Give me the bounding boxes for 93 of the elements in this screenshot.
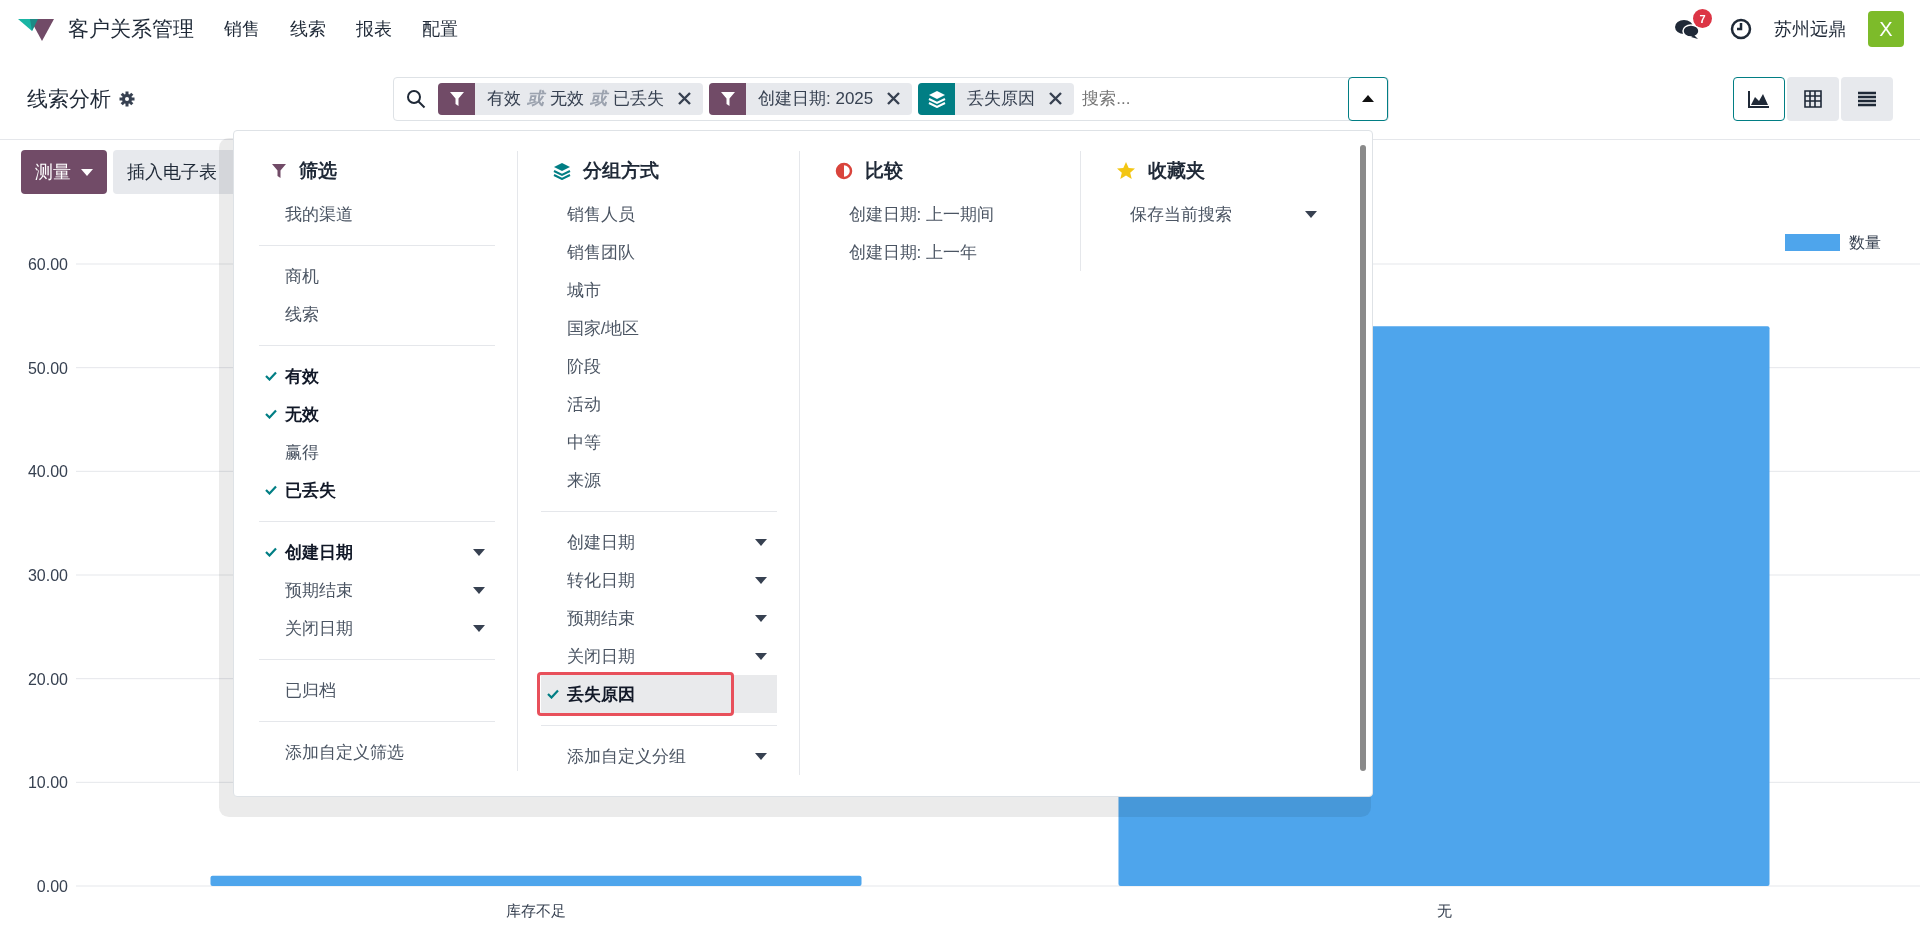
section-title: 分组方式 — [582, 159, 659, 183]
axis-tick-label: 60.00 — [27, 256, 68, 273]
panel-menu-item[interactable]: 添加自定义分组 — [540, 737, 777, 775]
caret-icon — [472, 548, 485, 556]
facet-value: 已丢失 — [613, 88, 664, 110]
caret-icon — [754, 752, 767, 760]
section-title: 收藏夹 — [1148, 159, 1206, 183]
axis-category-label: 无 — [1436, 902, 1452, 919]
panel-menu-item[interactable]: 有效 — [259, 357, 495, 395]
clock-icon[interactable] — [1730, 18, 1752, 40]
list-icon — [1857, 90, 1877, 107]
measure-button[interactable]: 测量 — [21, 150, 107, 194]
panel-menu-item[interactable]: 中等 — [540, 423, 777, 461]
company-name[interactable]: 苏州远鼎 — [1774, 17, 1846, 41]
axis-tick-label: 10.00 — [27, 774, 68, 792]
pivot-view-button[interactable] — [1787, 76, 1839, 121]
facet-value: 创建日期: 2025 — [758, 88, 874, 110]
caret-icon — [1305, 210, 1317, 218]
panel-menu-item[interactable]: 预期结束 — [540, 599, 777, 637]
or-separator: 或 — [527, 88, 544, 110]
panel-menu-item[interactable]: 活动 — [540, 385, 777, 423]
app-title[interactable]: 客户关系管理 — [68, 15, 194, 43]
panel-menu-item[interactable]: 城市 — [540, 271, 777, 309]
star-icon — [1116, 161, 1137, 181]
panel-menu-item[interactable]: 添加自定义筛选 — [259, 733, 495, 771]
panel-menu-item[interactable]: 我的渠道 — [259, 195, 495, 233]
panel-menu-item[interactable]: 创建日期 — [259, 533, 495, 571]
panel-menu-item[interactable]: 来源 — [540, 461, 777, 499]
axis-tick-label: 50.00 — [27, 359, 68, 377]
facet-value: 丢失原因 — [967, 88, 1036, 110]
chat-icon[interactable] — [1674, 18, 1700, 40]
message-count-badge: 7 — [1693, 9, 1712, 28]
close-icon — [678, 92, 691, 105]
scrollbar-thumb[interactable] — [1360, 145, 1366, 771]
legend-label[interactable]: 数量 — [1849, 234, 1881, 251]
menu-item[interactable]: 配置 — [422, 17, 458, 41]
panel-menu-item[interactable]: 转化日期 — [540, 561, 777, 599]
layers-icon — [927, 89, 946, 108]
axis-category-label: 库存不足 — [506, 902, 566, 919]
panel-menu-item[interactable]: 国家/地区 — [540, 309, 777, 347]
panel-menu-item[interactable]: 销售人员 — [540, 195, 777, 233]
panel-menu-item[interactable]: 预期结束 — [259, 571, 495, 609]
page-title: 线索分析 — [27, 85, 111, 112]
panel-menu-item[interactable]: 创建日期: 上一年 — [822, 233, 1059, 271]
panel-menu-item[interactable]: 已归档 — [259, 671, 495, 709]
panel-menu-item[interactable]: 创建日期: 上一期间 — [822, 195, 1059, 233]
toggle-search-panel-button[interactable] — [1348, 76, 1388, 121]
facet-value: 有效 — [487, 88, 521, 110]
caret-icon — [754, 614, 767, 622]
gear-icon[interactable] — [119, 90, 135, 107]
section-title: 筛选 — [299, 159, 337, 183]
list-view-button[interactable] — [1841, 76, 1893, 121]
caret-icon — [472, 624, 485, 632]
close-icon — [1049, 92, 1063, 105]
menu-item[interactable]: 销售 — [224, 17, 260, 41]
facet-value: 无效 — [550, 88, 584, 110]
panel-menu-item[interactable]: 已丢失 — [259, 471, 495, 509]
area-chart-icon — [1748, 89, 1770, 108]
caret-icon — [754, 652, 767, 660]
panel-menu-item[interactable]: 商机 — [259, 257, 495, 295]
section-title: 比较 — [864, 159, 903, 183]
filter-icon — [271, 163, 287, 179]
axis-tick-label: 30.00 — [27, 567, 68, 584]
layers-icon — [552, 162, 571, 180]
or-separator: 或 — [590, 88, 607, 110]
caret-icon — [1362, 95, 1374, 102]
panel-menu-item[interactable]: 丢失原因 — [540, 675, 777, 713]
panel-menu-item[interactable]: 销售团队 — [540, 233, 777, 271]
half-circle-icon — [834, 162, 853, 180]
panel-menu-item[interactable]: 阶段 — [540, 347, 777, 385]
legend-swatch[interactable] — [1785, 234, 1840, 251]
axis-tick-label: 0.00 — [36, 878, 68, 895]
panel-menu-item[interactable]: 线索 — [259, 295, 495, 333]
panel-menu-item[interactable]: 保存当前搜索 — [1104, 195, 1327, 233]
panel-menu-item[interactable]: 无效 — [259, 395, 495, 433]
filter-icon — [448, 90, 465, 107]
caret-icon — [472, 586, 485, 594]
panel-menu-item[interactable]: 关闭日期 — [540, 637, 777, 675]
menu-item[interactable]: 报表 — [356, 17, 392, 41]
axis-tick-label: 40.00 — [27, 463, 68, 481]
caret-icon — [81, 168, 93, 176]
filter-icon — [719, 90, 736, 107]
caret-icon — [754, 538, 767, 546]
close-icon — [887, 92, 901, 105]
panel-menu-item[interactable]: 赢得 — [259, 433, 495, 471]
panel-menu-item[interactable]: 关闭日期 — [259, 609, 495, 647]
grid-icon — [1803, 88, 1823, 109]
search-icon — [406, 88, 426, 109]
menu-item[interactable]: 线索 — [290, 17, 326, 41]
graph-view-button[interactable] — [1733, 76, 1785, 121]
axis-tick-label: 20.00 — [27, 670, 68, 688]
panel-menu-item[interactable]: 创建日期 — [540, 523, 777, 561]
caret-icon — [754, 576, 767, 584]
